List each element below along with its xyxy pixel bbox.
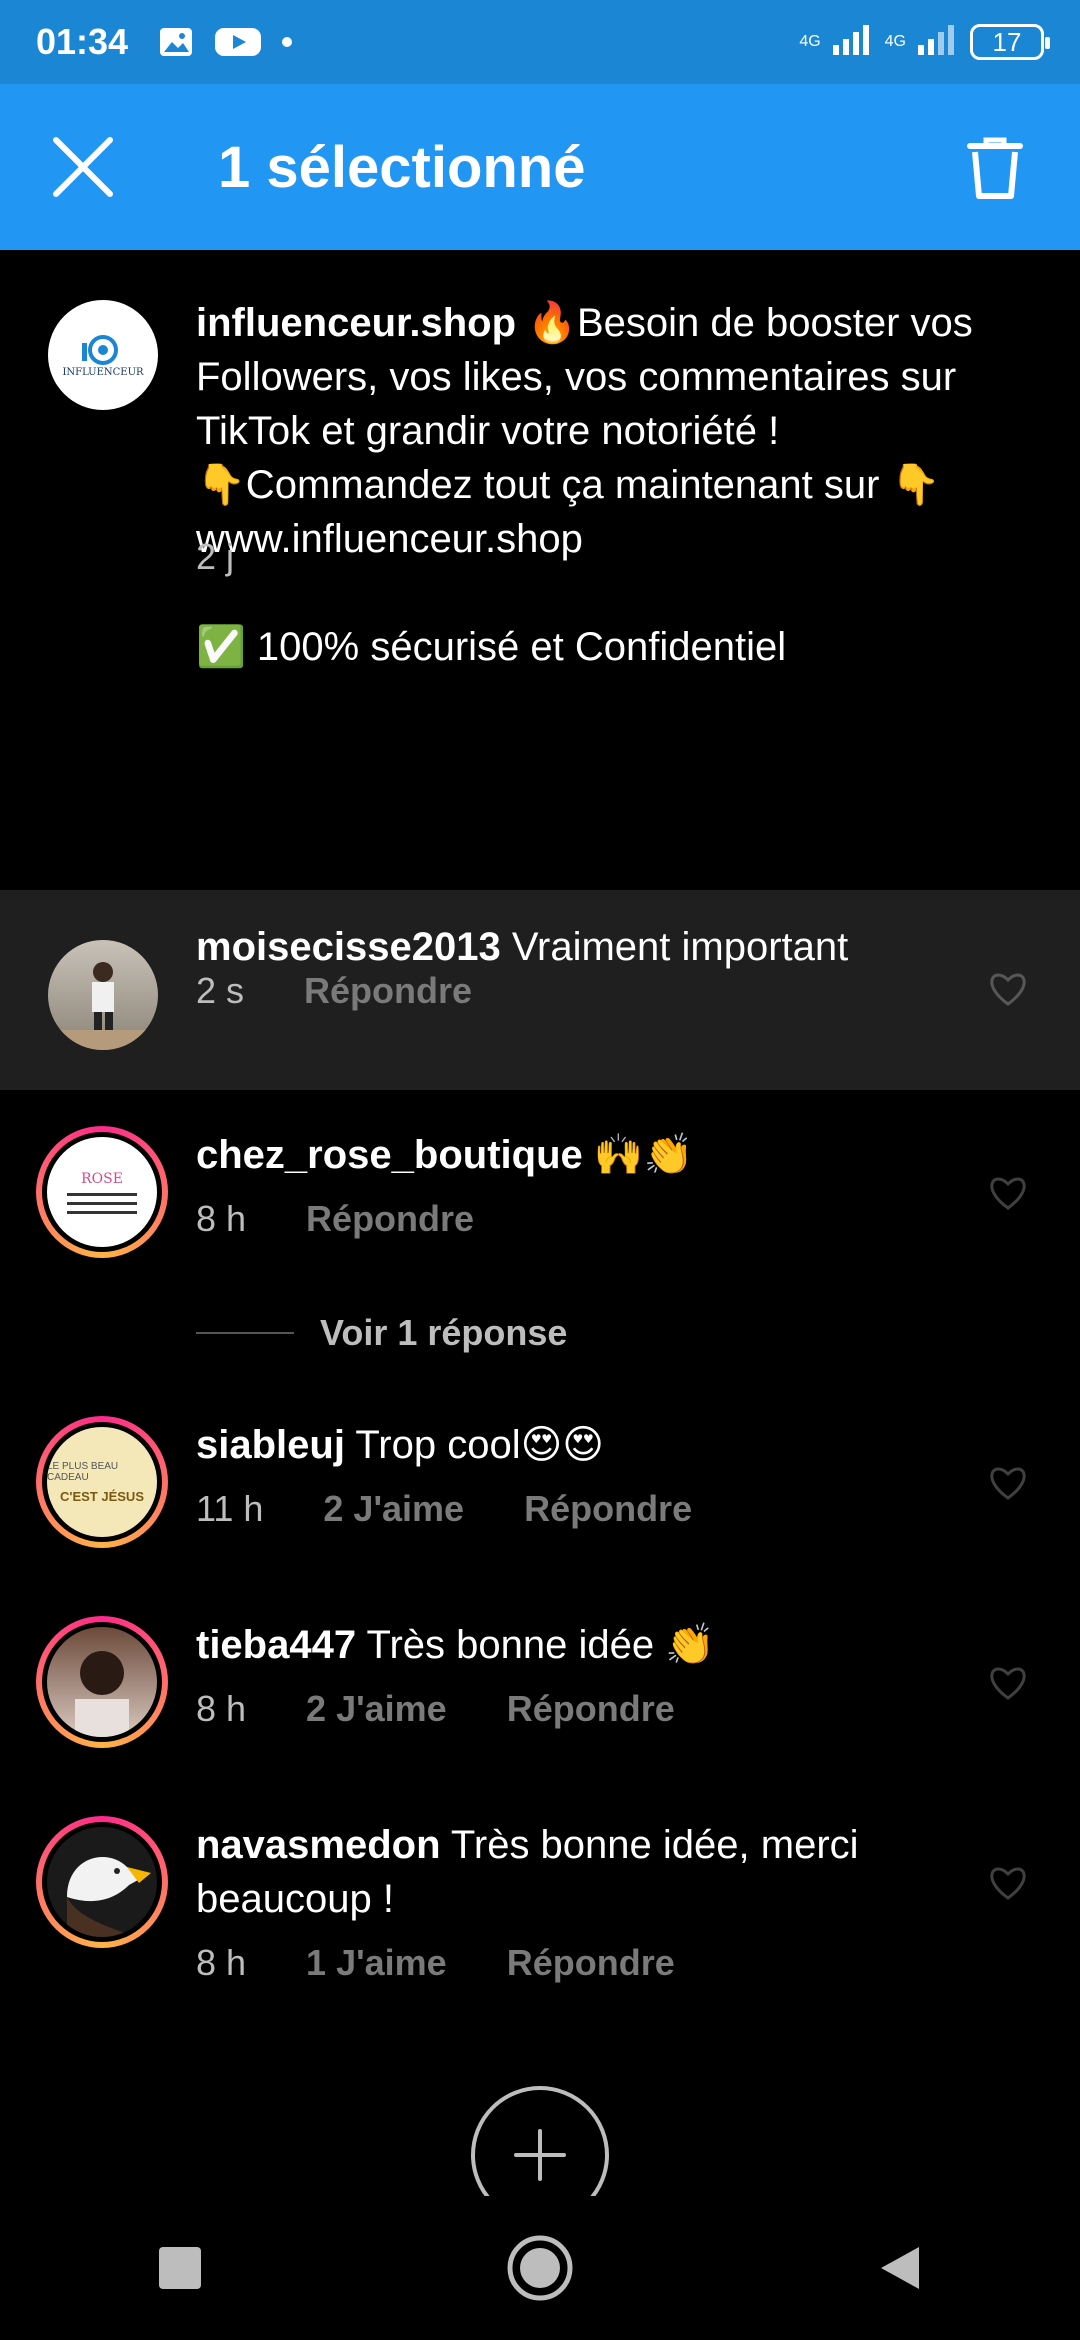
comment-text: siableuj Trop cool😍😍 xyxy=(196,1418,1000,1472)
avatar xyxy=(47,1827,157,1937)
story-ring[interactable] xyxy=(36,1816,168,1948)
avatar: LE PLUS BEAU CADEAU C'EST JÉSUS xyxy=(47,1427,157,1537)
avatar[interactable]: INFLUENCEUR xyxy=(48,300,158,410)
heart-icon[interactable] xyxy=(988,1864,1028,1900)
heart-icon[interactable] xyxy=(988,1174,1028,1210)
plus-icon xyxy=(514,2129,566,2181)
close-icon xyxy=(53,137,113,197)
heart-icon[interactable] xyxy=(988,1464,1028,1500)
recents-button[interactable] xyxy=(140,2228,220,2308)
story-ring[interactable]: LE PLUS BEAU CADEAU C'EST JÉSUS xyxy=(36,1416,168,1548)
comment-body: Trop cool😍😍 xyxy=(355,1423,604,1467)
signal-icon xyxy=(831,23,875,62)
avatar: ROSE xyxy=(47,1137,157,1247)
view-replies-label: Voir 1 réponse xyxy=(320,1312,568,1353)
likes-count[interactable]: 2 J'aime xyxy=(306,1688,447,1730)
comment-row: LE PLUS BEAU CADEAU C'EST JÉSUS siableuj… xyxy=(0,1400,1080,1550)
comment-username[interactable]: tieba447 xyxy=(196,1623,356,1667)
network-label-2: 4G xyxy=(884,33,906,50)
comment-time: 11 h xyxy=(196,1488,264,1529)
home-circle-icon xyxy=(507,2235,573,2301)
notification-dot-icon xyxy=(282,37,293,47)
caption-line-4: ✅ 100% sécurisé et Confidentiel xyxy=(196,625,787,669)
back-button[interactable] xyxy=(860,2228,940,2308)
reply-button[interactable]: Répondre xyxy=(507,1942,675,1984)
delete-button[interactable] xyxy=(960,132,1030,202)
comment-meta: 8 h 1 J'aime Répondre xyxy=(196,1942,675,1984)
comment-username[interactable]: moisecisse2013 xyxy=(196,925,501,969)
divider xyxy=(196,1332,294,1334)
reply-button[interactable]: Répondre xyxy=(304,970,472,1012)
network-label-1: 4G xyxy=(799,33,821,50)
post-username[interactable]: influenceur.shop xyxy=(196,301,516,345)
comment-meta: 2 s Répondre xyxy=(196,970,472,1012)
comment-body: Vraiment important xyxy=(511,925,849,969)
comment-username[interactable]: navasmedon xyxy=(196,1823,441,1867)
comment-meta: 8 h 2 J'aime Répondre xyxy=(196,1688,675,1730)
back-triangle-icon xyxy=(881,2247,919,2289)
comment-text: navasmedon Très bonne idée, merci beauco… xyxy=(196,1818,1000,1926)
likes-count[interactable]: 2 J'aime xyxy=(323,1488,464,1530)
comment-text: chez_rose_boutique 🙌👏 xyxy=(196,1128,1000,1182)
comment-row: ROSE chez_rose_boutique 🙌👏 8 h Répondre xyxy=(0,1110,1080,1260)
caption-text: influenceur.shop 🔥Besoin de booster vos … xyxy=(196,296,1000,674)
comment-time: 8 h xyxy=(196,1942,247,1983)
comment-time: 2 s xyxy=(196,970,245,1011)
battery-level: 17 xyxy=(992,26,1022,57)
youtube-icon xyxy=(214,26,262,58)
status-bar: 01:34 4G 4G 17 xyxy=(0,0,1080,84)
comment-body: Très bonne idée 👏 xyxy=(366,1623,716,1667)
heart-icon[interactable] xyxy=(988,970,1028,1006)
comment-meta: 11 h 2 J'aime Répondre xyxy=(196,1488,692,1530)
post-caption: INFLUENCEUR influenceur.shop 🔥Besoin de … xyxy=(0,250,1080,890)
square-icon xyxy=(159,2247,201,2289)
trash-icon xyxy=(967,137,1023,199)
post-meta: 2 j xyxy=(196,536,234,578)
signal-icon-2 xyxy=(916,23,960,62)
comment-time: 8 h xyxy=(196,1198,247,1239)
close-button[interactable] xyxy=(0,84,166,250)
avatar[interactable] xyxy=(48,940,158,1050)
comment-username[interactable]: chez_rose_boutique xyxy=(196,1133,583,1177)
status-time: 01:34 xyxy=(36,21,129,62)
post-time: 2 j xyxy=(196,536,235,577)
story-ring[interactable] xyxy=(36,1616,168,1748)
comment-row: tieba447 Très bonne idée 👏 8 h 2 J'aime … xyxy=(0,1600,1080,1750)
home-button[interactable] xyxy=(500,2228,580,2308)
avatar xyxy=(47,1627,157,1737)
likes-count[interactable]: 1 J'aime xyxy=(306,1942,447,1984)
comment-username[interactable]: siableuj xyxy=(196,1423,345,1467)
reply-button[interactable]: Répondre xyxy=(524,1488,692,1530)
selection-title: 1 sélectionné xyxy=(218,134,586,200)
comment-row: navasmedon Très bonne idée, merci beauco… xyxy=(0,1800,1080,2020)
comment-time: 8 h xyxy=(196,1688,247,1729)
selection-app-bar: 1 sélectionné xyxy=(0,84,1080,250)
comment-text: tieba447 Très bonne idée 👏 xyxy=(196,1618,1000,1672)
reply-button[interactable]: Répondre xyxy=(507,1688,675,1730)
heart-icon[interactable] xyxy=(988,1664,1028,1700)
comment-meta: 8 h Répondre xyxy=(196,1198,474,1240)
gallery-icon xyxy=(158,26,194,58)
system-nav-bar xyxy=(0,2196,1080,2340)
reply-button[interactable]: Répondre xyxy=(306,1198,474,1240)
comment-text: moisecisse2013 Vraiment important xyxy=(196,920,1000,974)
battery-indicator: 17 xyxy=(970,24,1050,60)
caption-line-2: 👇Commandez tout ça maintenant sur 👇 xyxy=(196,463,941,507)
status-right: 4G 4G 17 xyxy=(799,23,1050,62)
caption-line-3: www.influenceur.shop xyxy=(196,517,583,561)
story-ring[interactable]: ROSE xyxy=(36,1126,168,1258)
comment-body: 🙌👏 xyxy=(593,1133,694,1177)
view-replies-button[interactable]: Voir 1 réponse xyxy=(196,1312,567,1354)
selected-comment-row[interactable]: moisecisse2013 Vraiment important 2 s Ré… xyxy=(0,890,1080,1090)
